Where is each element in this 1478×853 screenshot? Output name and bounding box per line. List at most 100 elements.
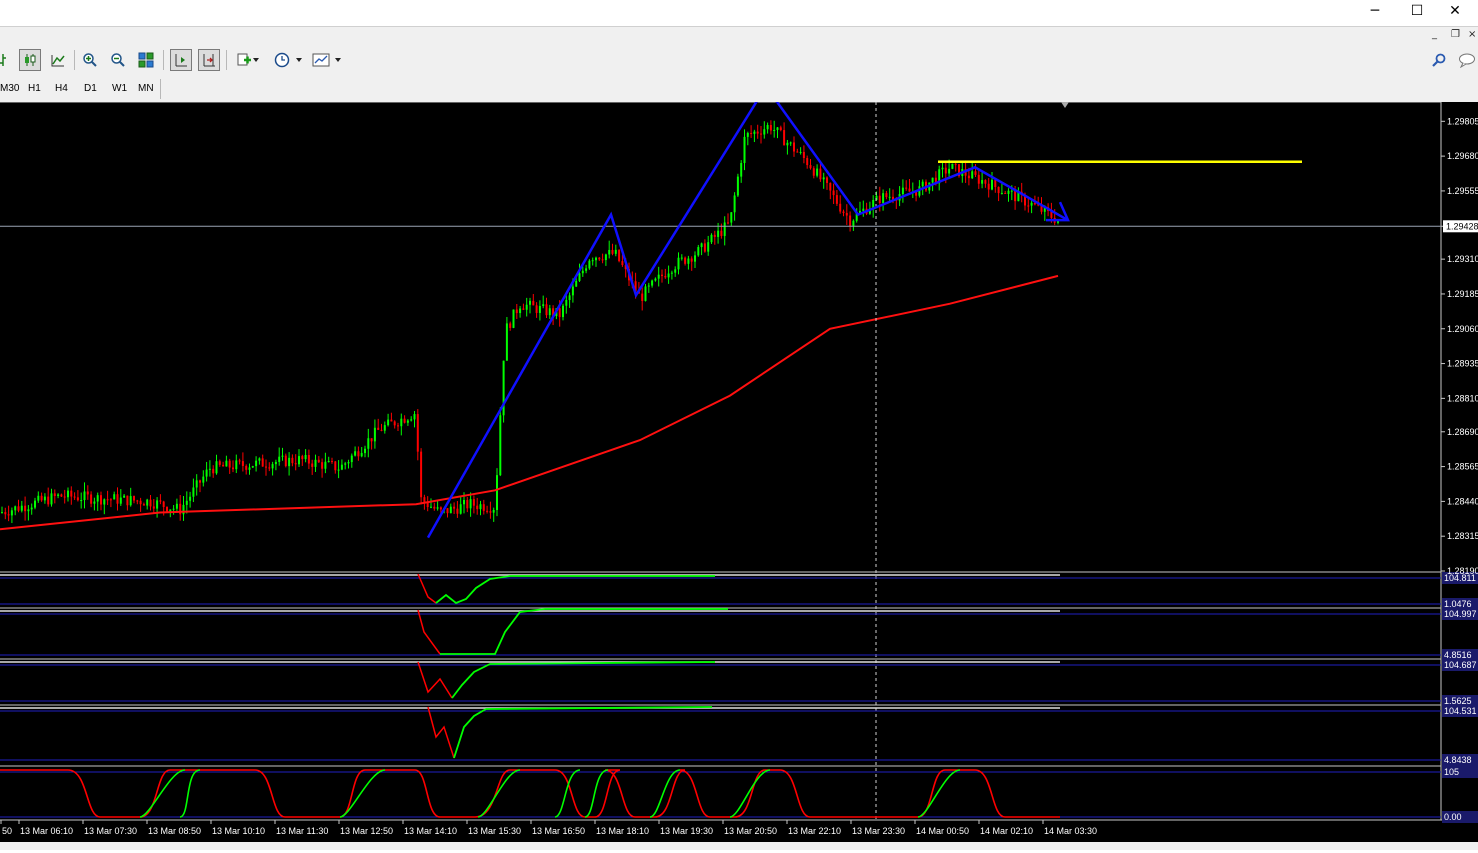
- bear-candle: [809, 165, 812, 169]
- bull-candle: [651, 280, 654, 286]
- bull-candle: [400, 418, 403, 427]
- bear-candle: [845, 212, 848, 216]
- bull-candle: [740, 163, 743, 177]
- bear-candle: [390, 419, 393, 422]
- bull-candle: [1000, 192, 1003, 194]
- bull-candle: [585, 268, 588, 271]
- autoscroll-button[interactable]: [198, 49, 220, 71]
- templates-button[interactable]: [310, 49, 332, 71]
- chat-button[interactable]: [1456, 49, 1478, 71]
- time-tick-label: 14 Mar 00:50: [916, 826, 969, 836]
- bar-chart-button[interactable]: [0, 49, 14, 71]
- periods-dropdown[interactable]: [293, 49, 305, 71]
- indicator-line-red: [417, 609, 441, 655]
- close-button[interactable]: ✕: [1432, 0, 1478, 22]
- autoscroll-icon: [203, 54, 215, 67]
- bull-candle: [192, 487, 195, 497]
- line-chart-button[interactable]: [47, 49, 69, 71]
- bear-candle: [232, 467, 234, 470]
- tile-windows-button[interactable]: [135, 49, 157, 71]
- time-tick-label: 13 Mar 11:30: [276, 826, 328, 836]
- bear-candle: [439, 507, 442, 510]
- bull-candle: [57, 494, 60, 496]
- bear-candle: [954, 163, 957, 165]
- bull-candle: [578, 273, 581, 281]
- bull-candle: [799, 151, 802, 153]
- bear-candle: [750, 132, 753, 134]
- bear-candle: [90, 494, 93, 504]
- bull-candle: [103, 499, 106, 505]
- toolbar-separator: [163, 50, 164, 70]
- timeframe-m30[interactable]: M30: [0, 81, 19, 97]
- bull-candle: [258, 458, 261, 461]
- bear-candle: [24, 505, 27, 512]
- bull-candle: [413, 414, 416, 420]
- zoom-out-icon: [111, 53, 125, 67]
- bear-candle: [832, 190, 835, 196]
- bear-candle: [317, 459, 320, 463]
- templates-dropdown[interactable]: [332, 49, 344, 71]
- indicator-top-label: 104.687: [1444, 660, 1477, 670]
- bull-candle: [562, 305, 564, 318]
- mdi-restore-button[interactable]: ❐: [1451, 29, 1460, 40]
- time-tick-label: 13 Mar 15:30: [468, 826, 521, 836]
- indicators-dropdown[interactable]: [250, 49, 262, 71]
- timeframe-d1[interactable]: D1: [84, 81, 97, 97]
- bull-candle: [324, 461, 327, 469]
- timeframe-h1[interactable]: H1: [28, 81, 41, 97]
- bull-candle: [410, 419, 413, 421]
- bear-candle: [1014, 190, 1017, 202]
- bear-candle: [397, 425, 399, 427]
- bear-candle: [238, 460, 241, 462]
- bull-candle: [674, 269, 677, 273]
- bull-candle: [901, 187, 904, 195]
- bear-candle: [423, 497, 426, 503]
- time-tick-label: 13 Mar 12:50: [340, 826, 393, 836]
- mdi-close-button[interactable]: ×: [1468, 29, 1476, 40]
- bear-candle: [509, 323, 512, 328]
- status-bar: [0, 842, 1478, 850]
- bull-candle: [459, 504, 462, 514]
- search-button[interactable]: [1428, 49, 1450, 71]
- bull-candle: [278, 456, 281, 462]
- bear-candle: [522, 308, 525, 310]
- bull-candle: [822, 177, 825, 180]
- time-tick-label: 13 Mar 19:30: [660, 826, 713, 836]
- bull-candle: [568, 295, 571, 301]
- bull-candle: [225, 460, 228, 467]
- bull-candle: [519, 308, 522, 314]
- chart-shift-button[interactable]: [170, 49, 192, 71]
- bull-candle: [647, 285, 650, 287]
- bear-candle: [228, 460, 231, 468]
- bear-candle: [997, 186, 1000, 194]
- zoom-in-button[interactable]: [79, 49, 101, 71]
- bull-candle: [736, 176, 739, 196]
- bull-candle: [406, 420, 409, 423]
- bear-candle: [769, 125, 772, 131]
- bull-candle: [113, 494, 116, 500]
- timeframe-h4[interactable]: H4: [55, 81, 68, 97]
- candlestick-button[interactable]: [19, 49, 41, 71]
- bull-candle: [773, 129, 776, 131]
- indicator-bottom-label: 0.00: [1444, 812, 1462, 822]
- periods-button[interactable]: [271, 49, 293, 71]
- bull-candle: [93, 501, 96, 504]
- chart-window[interactable]: 104.811 1.0476 104.997 4.8516 104.687 1.5625 1…: [0, 84, 1478, 850]
- maximize-icon: ☐: [1410, 3, 1424, 19]
- bull-candle: [710, 234, 713, 243]
- bull-candle: [542, 304, 545, 306]
- price-tick-label: 1.28810: [1447, 393, 1478, 403]
- mdi-minimize-button[interactable]: _: [1432, 29, 1437, 40]
- minimize-button[interactable]: ─: [1352, 0, 1398, 22]
- bear-candle: [291, 457, 294, 464]
- price-tick-label: 1.29680: [1447, 151, 1478, 161]
- bull-candle: [185, 500, 188, 505]
- bear-candle: [984, 180, 987, 184]
- price-chart[interactable]: 104.8111.0476104.9974.8516104.6871.56251…: [0, 84, 1478, 850]
- bull-candle: [548, 308, 551, 316]
- bull-candle: [700, 243, 703, 248]
- timeframe-mn[interactable]: MN: [138, 81, 154, 97]
- zoom-out-button[interactable]: [107, 49, 129, 71]
- timeframe-w1[interactable]: W1: [112, 81, 127, 97]
- bear-candle: [377, 427, 380, 430]
